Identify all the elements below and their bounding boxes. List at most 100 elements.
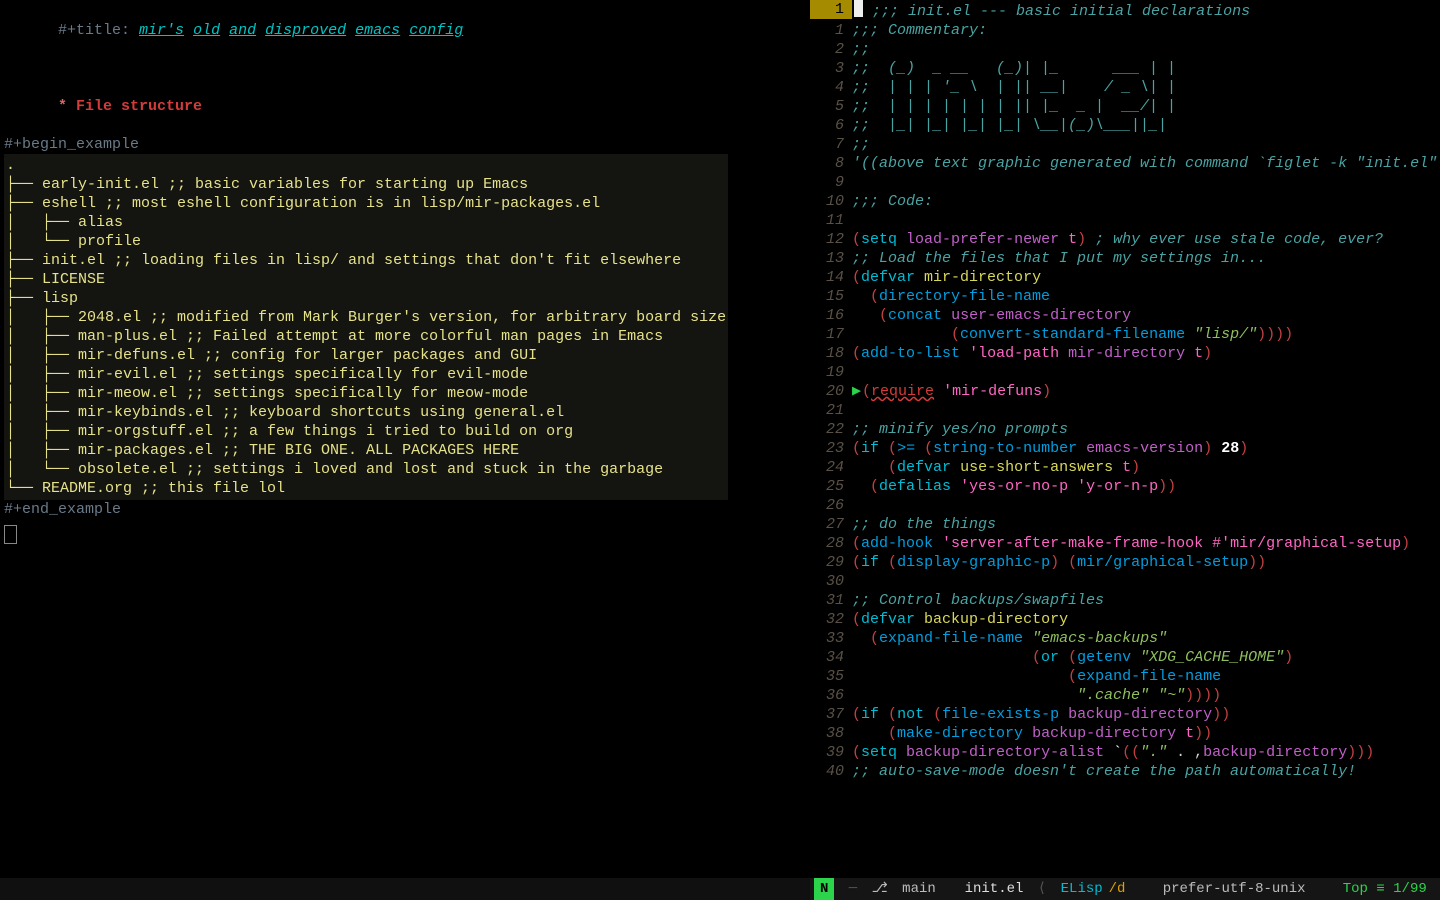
code-line[interactable]: 39(setq backup-directory-alist `(("." . … [810,743,1440,762]
code-line[interactable]: 40;; auto-save-mode doesn't create the p… [810,762,1440,781]
code-line[interactable]: 5;; | | | | | | | || |_ _ | __/| | [810,97,1440,116]
code-line[interactable]: 1 ;;; init.el --- basic initial declarat… [810,0,1440,21]
line-number: 19 [810,363,852,382]
line-number: 20 [810,382,852,401]
code-line[interactable]: 15 (directory-file-name [810,287,1440,306]
line-number: 2 [810,40,852,59]
code-line[interactable]: 20▶(require 'mir-defuns) [810,382,1440,401]
code-area[interactable]: 1 ;;; init.el --- basic initial declarat… [810,0,1440,875]
modeline-sep: ⟨ [1029,878,1054,900]
example-line: ├── eshell ;; most eshell configuration … [6,194,726,213]
modeline-right: N ─ ⎇ main init.el ⟨ ELisp/d prefer-utf-… [810,878,1440,900]
code-line[interactable]: 37(if (not (file-exists-p backup-directo… [810,705,1440,724]
code-line[interactable]: 10;;; Code: [810,192,1440,211]
example-line: │ ├── mir-orgstuff.el ;; a few things i … [6,422,726,441]
line-number: 14 [810,268,852,287]
code-line[interactable]: 16 (concat user-emacs-directory [810,306,1440,325]
code-text: ;;; init.el --- basic initial declaratio… [852,0,1250,21]
line-number: 18 [810,344,852,363]
code-line[interactable]: 7;; [810,135,1440,154]
code-line[interactable]: 32(defvar backup-directory [810,610,1440,629]
title-word: emacs [355,22,400,39]
code-line[interactable]: 13;; Load the files that I put my settin… [810,249,1440,268]
code-line[interactable]: 6;; |_| |_| |_| |_| \__|(_)\___||_| [810,116,1440,135]
heading-star: * [58,98,76,115]
line-number: 1 [810,21,852,40]
code-line[interactable]: 38 (make-directory backup-directory t)) [810,724,1440,743]
code-line[interactable]: 1;;; Commentary: [810,21,1440,40]
org-heading: * File structure [4,78,806,135]
modeline-sep [1131,878,1156,900]
example-line: │ ├── 2048.el ;; modified from Mark Burg… [6,308,726,327]
line-number: 30 [810,572,852,591]
modeline-sep [942,878,959,900]
code-line[interactable]: 27;; do the things [810,515,1440,534]
git-branch-icon: ⎇ [872,878,888,900]
line-number: 33 [810,629,852,648]
code-line[interactable]: 23(if (>= (string-to-number emacs-versio… [810,439,1440,458]
code-text: (or (getenv "XDG_CACHE_HOME") [852,648,1293,667]
evil-state-badge: N [814,878,834,900]
line-number: 7 [810,135,852,154]
line-number: 9 [810,173,852,192]
code-text: ;; | | | '_ \ | || __| / _ \| | [852,78,1176,97]
line-number: 24 [810,458,852,477]
code-text: '((above text graphic generated with com… [852,154,1440,173]
code-line[interactable]: 33 (expand-file-name "emacs-backups" [810,629,1440,648]
code-text: ;; minify yes/no prompts [852,420,1068,439]
line-number: 25 [810,477,852,496]
title-prefix: #+title: [58,22,139,39]
line-number: 16 [810,306,852,325]
example-line: │ ├── man-plus.el ;; Failed attempt at m… [6,327,726,346]
code-line[interactable]: 4;; | | | '_ \ | || __| / _ \| | [810,78,1440,97]
code-line[interactable]: 29(if (display-graphic-p) (mir/graphical… [810,553,1440,572]
modeline-sep [1312,878,1337,900]
code-text: ;; |_| |_| |_| |_| \__|(_)\___||_| [852,116,1167,135]
code-line[interactable]: 34 (or (getenv "XDG_CACHE_HOME") [810,648,1440,667]
code-text: ;; [852,40,870,59]
right-pane[interactable]: 1 ;;; init.el --- basic initial declarat… [810,0,1440,900]
code-line[interactable]: 11 [810,211,1440,230]
example-line: ├── LICENSE [6,270,726,289]
code-text: (if (>= (string-to-number emacs-version)… [852,439,1248,458]
code-text: ;; Load the files that I put my settings… [852,249,1266,268]
example-block: .├── early-init.el ;; basic variables fo… [4,154,728,500]
code-text: (setq backup-directory-alist `(("." . ,b… [852,743,1374,762]
code-line[interactable]: 22;; minify yes/no prompts [810,420,1440,439]
end-example: #+end_example [4,500,806,519]
code-line[interactable]: 25 (defalias 'yes-or-no-p 'y-or-n-p)) [810,477,1440,496]
fringe-marker-icon: ▶ [852,383,862,400]
left-pane[interactable]: #+title: mir's old and disproved emacs c… [0,0,810,900]
code-text: ;; [852,135,870,154]
example-line: └── README.org ;; this file lol [6,479,726,498]
code-line[interactable]: 24 (defvar use-short-answers t) [810,458,1440,477]
code-line[interactable]: 3;; (_) _ __ (_)| |_ ___ | | [810,59,1440,78]
code-text: (setq load-prefer-newer t) ; why ever us… [852,230,1383,249]
code-line[interactable]: 2;; [810,40,1440,59]
code-line[interactable]: 28(add-hook 'server-after-make-frame-hoo… [810,534,1440,553]
code-line[interactable]: 26 [810,496,1440,515]
code-line[interactable]: 9 [810,173,1440,192]
line-number: 38 [810,724,852,743]
code-line[interactable]: 19 [810,363,1440,382]
code-text: (concat user-emacs-directory [852,306,1131,325]
line-number: 23 [810,439,852,458]
git-branch: main [894,878,936,900]
code-line[interactable]: 18(add-to-list 'load-path mir-directory … [810,344,1440,363]
example-line: │ └── profile [6,232,726,251]
code-line[interactable]: 31;; Control backups/swapfiles [810,591,1440,610]
line-number: 40 [810,762,852,781]
code-line[interactable]: 12(setq load-prefer-newer t) ; why ever … [810,230,1440,249]
code-line[interactable]: 8'((above text graphic generated with co… [810,154,1440,173]
example-line: │ ├── alias [6,213,726,232]
title-word: config [409,22,463,39]
code-line[interactable]: 35 (expand-file-name [810,667,1440,686]
code-line[interactable]: 21 [810,401,1440,420]
code-line[interactable]: 36 ".cache" "~")))) [810,686,1440,705]
code-line[interactable]: 17 (convert-standard-filename "lisp/")))… [810,325,1440,344]
line-number: 34 [810,648,852,667]
line-number: 21 [810,401,852,420]
position-indicator: Top ≡ 1/99 [1343,878,1427,900]
code-line[interactable]: 30 [810,572,1440,591]
code-line[interactable]: 14(defvar mir-directory [810,268,1440,287]
